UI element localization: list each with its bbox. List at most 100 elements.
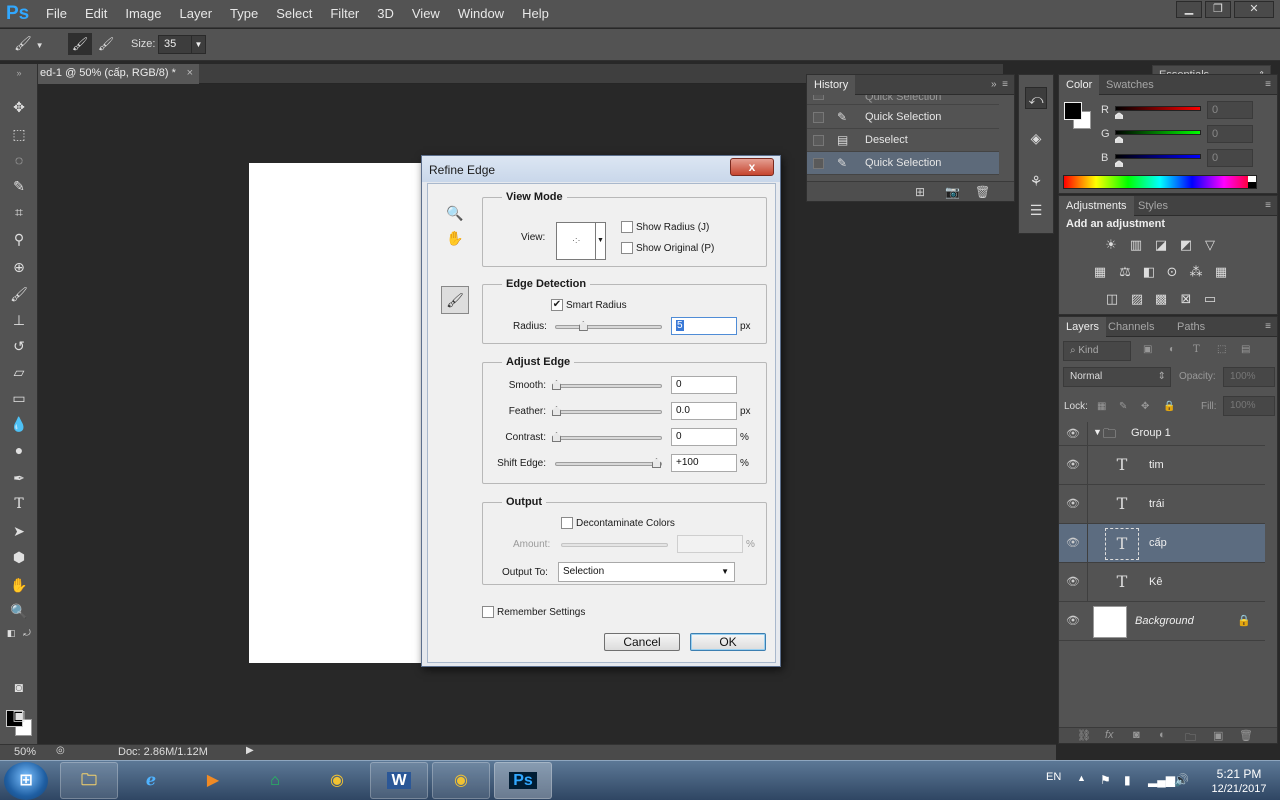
eye-icon[interactable]: 👁: [1065, 536, 1081, 550]
history-panel-icon[interactable]: ⤺: [1025, 87, 1047, 109]
refine-radius-brush-icon[interactable]: 🖌: [441, 286, 469, 314]
ok-button[interactable]: OK: [690, 633, 766, 651]
tool-preset-picker[interactable]: 🖌 ▼: [14, 35, 58, 55]
menu-type[interactable]: Type: [221, 0, 267, 28]
channel-mixer-icon[interactable]: ⁂: [1186, 262, 1206, 282]
menu-filter[interactable]: Filter: [321, 0, 368, 28]
eye-icon[interactable]: 👁: [1065, 614, 1081, 628]
channel-track[interactable]: [1115, 130, 1201, 135]
view-mode-picker[interactable]: ·:· ▼: [556, 222, 606, 260]
layer-row[interactable]: 👁 T tim: [1059, 446, 1265, 485]
filter-pixel-icon[interactable]: ▣: [1143, 344, 1152, 355]
trash-icon[interactable]: 🗑: [975, 185, 990, 199]
selective-color-icon[interactable]: ⊠: [1176, 289, 1196, 309]
move-tool-icon[interactable]: ✥: [8, 96, 30, 118]
clone-stamp-tool-icon[interactable]: ⊥: [8, 309, 30, 331]
pen-tool-icon[interactable]: ✒: [8, 467, 30, 489]
layer-row[interactable]: 👁 T Kê: [1059, 563, 1265, 602]
slider-knob[interactable]: [552, 380, 561, 390]
eye-icon[interactable]: 👁: [1065, 427, 1081, 441]
media-player-button[interactable]: ▶: [184, 762, 242, 799]
tab-channels[interactable]: Channels: [1101, 317, 1161, 337]
new-fill-layer-icon[interactable]: ◐: [1159, 729, 1166, 741]
channel-track[interactable]: [1115, 106, 1201, 111]
tab-swatches[interactable]: Swatches: [1099, 75, 1161, 95]
photoshop-button[interactable]: Ps: [494, 762, 552, 799]
channel-value[interactable]: 0: [1207, 101, 1253, 119]
curves-icon[interactable]: ◪: [1151, 235, 1171, 255]
history-checkbox[interactable]: [813, 95, 824, 100]
restore-button[interactable]: ❐: [1205, 1, 1231, 18]
blend-mode-select[interactable]: Normal ⇕: [1063, 367, 1171, 387]
history-row[interactable]: ▤ Deselect: [807, 129, 999, 152]
menu-file[interactable]: File: [37, 0, 76, 28]
posterize-icon[interactable]: ▨: [1127, 289, 1147, 309]
blue-channel-slider[interactable]: B 0: [1101, 149, 1271, 167]
healing-brush-tool-icon[interactable]: ⊕: [8, 256, 30, 278]
chrome-button[interactable]: ◉: [308, 762, 366, 799]
menu-image[interactable]: Image: [116, 0, 170, 28]
history-row[interactable]: ✎ Quick Selection: [807, 106, 999, 129]
power-icon[interactable]: ▮: [1124, 773, 1131, 787]
threshold-icon[interactable]: ▩: [1151, 289, 1171, 309]
collapse-toolbar-icon[interactable]: »: [8, 66, 30, 80]
new-group-icon[interactable]: 🗀: [1185, 729, 1196, 748]
history-checkbox[interactable]: [813, 135, 824, 146]
menu-edit[interactable]: Edit: [76, 0, 116, 28]
adjust-field-input[interactable]: 0: [671, 376, 737, 394]
color-spectrum[interactable]: [1063, 175, 1257, 189]
filter-kind-select[interactable]: ⌕ Kind: [1063, 341, 1131, 361]
layer-row-selected[interactable]: 👁 T cấp: [1059, 524, 1265, 563]
adjust-field-slider[interactable]: [552, 406, 662, 416]
chrome-window-button[interactable]: ◉: [432, 762, 490, 799]
path-selection-tool-icon[interactable]: ➤: [8, 520, 30, 542]
dodge-tool-icon[interactable]: ●: [8, 439, 30, 461]
shape-tool-icon[interactable]: ⬢: [8, 546, 30, 568]
fx-icon[interactable]: fx: [1105, 729, 1114, 741]
clock-time[interactable]: 5:21 PM: [1209, 767, 1269, 781]
panel-menu-icon[interactable]: ≡: [1265, 79, 1271, 90]
cancel-button[interactable]: Cancel: [604, 633, 680, 651]
show-radius-checkbox[interactable]: [621, 221, 633, 233]
foreground-color-swatch[interactable]: [1064, 102, 1082, 120]
history-brush-tool-icon[interactable]: ↺: [8, 335, 30, 357]
show-original-checkbox[interactable]: [621, 242, 633, 254]
layer-group-row[interactable]: 👁 ▼ 🗀 Group 1: [1059, 422, 1265, 446]
channel-knob[interactable]: [1115, 136, 1123, 143]
adjust-field-slider[interactable]: [555, 458, 662, 468]
adjust-field-input[interactable]: 0.0: [671, 402, 737, 420]
invert-icon[interactable]: ◫: [1102, 289, 1122, 309]
word-button[interactable]: W: [370, 762, 428, 799]
brush-size-picker[interactable]: 35 ▼: [158, 35, 206, 54]
gradient-map-icon[interactable]: ▭: [1200, 289, 1220, 309]
flag-icon[interactable]: ⚑: [1100, 773, 1111, 787]
menu-window[interactable]: Window: [449, 0, 513, 28]
opacity-input[interactable]: 100%: [1223, 367, 1275, 387]
filter-shape-icon[interactable]: ⬚: [1217, 344, 1226, 355]
history-row-partial[interactable]: Quick Selection: [807, 95, 999, 105]
tab-history[interactable]: History: [807, 75, 856, 95]
share-icon[interactable]: ◎: [56, 745, 65, 756]
quick-selection-tool-icon[interactable]: ✎: [8, 175, 30, 197]
play-icon[interactable]: ▶: [246, 745, 254, 756]
zoom-tool-icon[interactable]: 🔍: [8, 600, 30, 622]
lock-all-icon[interactable]: 🔒: [1163, 401, 1175, 412]
black-white-ramp[interactable]: [1248, 176, 1256, 188]
new-layer-icon[interactable]: ▣: [1213, 729, 1223, 742]
disclosure-triangle-icon[interactable]: ▼: [1093, 427, 1102, 437]
panel-menu-icon[interactable]: » ≡: [991, 79, 1008, 90]
network-icon[interactable]: ▂▄▆: [1148, 773, 1175, 787]
filter-adjustment-icon[interactable]: ◐: [1169, 344, 1175, 355]
smart-radius-checkbox[interactable]: ✔: [551, 299, 563, 311]
lasso-tool-icon[interactable]: ◌: [8, 149, 30, 171]
decontaminate-colors-checkbox[interactable]: [561, 517, 573, 529]
layer-row[interactable]: 👁 T trái: [1059, 485, 1265, 524]
filter-type-icon[interactable]: T: [1193, 344, 1200, 355]
tab-styles[interactable]: Styles: [1131, 196, 1175, 216]
channel-knob[interactable]: [1115, 160, 1123, 167]
menu-view[interactable]: View: [403, 0, 449, 28]
file-explorer-button[interactable]: 🗀: [60, 762, 118, 799]
crop-tool-icon[interactable]: ⌗: [8, 201, 30, 223]
history-checkbox[interactable]: [813, 158, 824, 169]
brush-tool-icon[interactable]: 🖌: [8, 283, 30, 305]
